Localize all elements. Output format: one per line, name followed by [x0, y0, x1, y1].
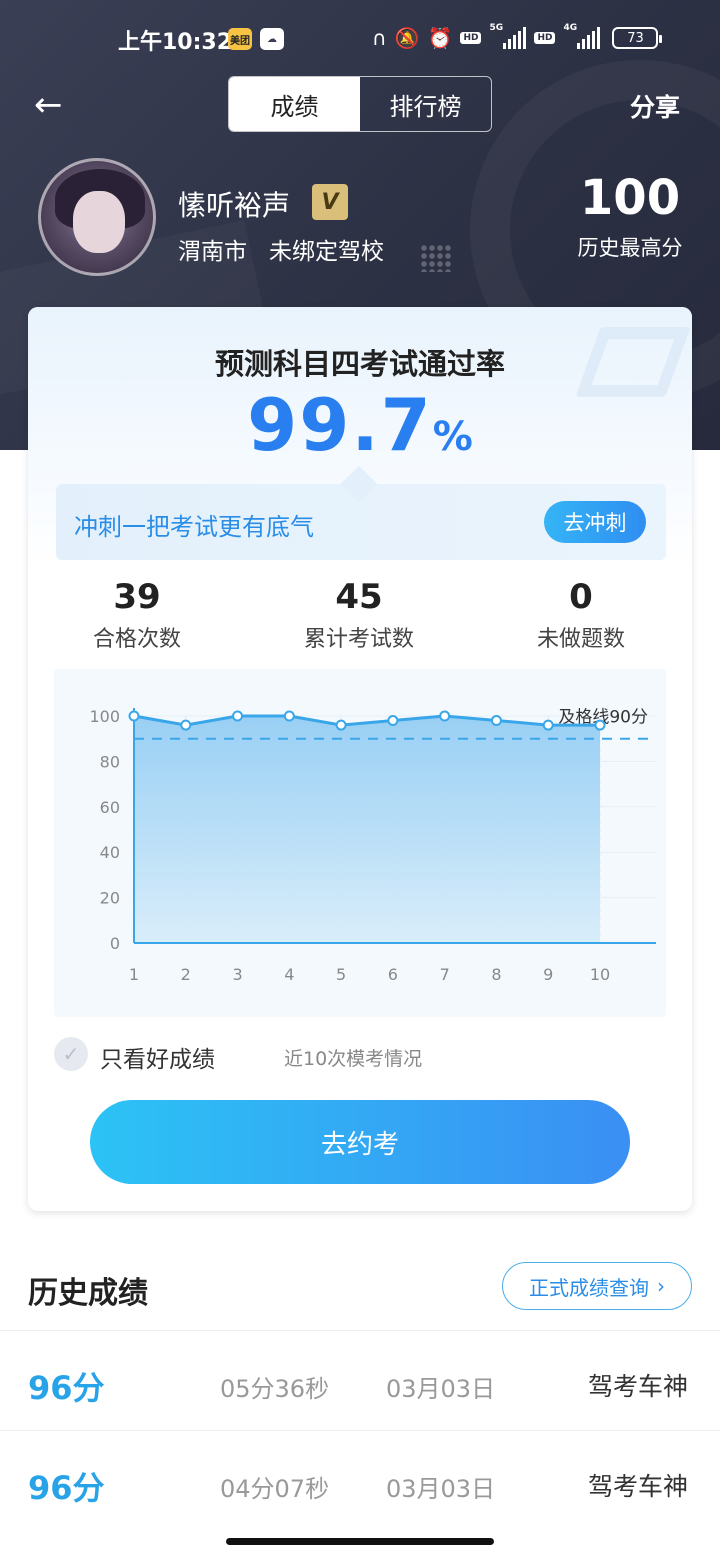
- stat-total-label: 累计考试数: [303, 627, 414, 652]
- data-point: [283, 710, 295, 722]
- tab-switcher: 成绩 排行榜: [228, 76, 492, 132]
- x-tick-label: 2: [181, 965, 191, 984]
- history-rank-title: 驾考车神: [588, 1472, 689, 1501]
- headphones-icon: ∩: [372, 26, 387, 50]
- history-score: 96分: [28, 1369, 105, 1407]
- x-tick-label: 3: [232, 965, 242, 984]
- vip-badge-icon[interactable]: V: [312, 184, 348, 220]
- x-tick-label: 6: [388, 965, 398, 984]
- share-button[interactable]: 分享: [630, 88, 680, 124]
- x-tick-label: 8: [491, 965, 501, 984]
- stat-undone: 0 未做题数: [481, 577, 681, 653]
- cloud-app-icon: ☁: [260, 28, 284, 50]
- dots-decoration: [420, 244, 452, 272]
- prediction-value: 99.7%: [28, 383, 692, 467]
- history-date: 03月03日: [386, 1475, 496, 1503]
- history-date: 03月03日: [386, 1375, 496, 1403]
- y-tick-label: 20: [100, 889, 120, 908]
- status-time: 上午10:32: [118, 30, 233, 55]
- data-point: [335, 719, 347, 731]
- sprint-button[interactable]: 去冲刺: [544, 501, 646, 543]
- mute-bell-icon: 🔕: [394, 26, 420, 50]
- stat-passed: 39 合格次数: [37, 577, 237, 653]
- book-exam-button[interactable]: 去约考: [90, 1100, 630, 1184]
- hd-icon: HD: [460, 32, 482, 44]
- good-only-label[interactable]: 只看好成绩: [100, 1040, 215, 1074]
- prediction-number: 99.7: [247, 383, 433, 467]
- meituan-icon: 美团: [228, 28, 252, 50]
- stat-undone-label: 未做题数: [536, 627, 625, 652]
- x-tick-label: 1: [129, 965, 139, 984]
- status-icons: ∩ 🔕 ⏰ HD 5G HD 4G 73: [372, 23, 663, 50]
- user-name: 愫听裕声: [178, 189, 291, 222]
- history-score: 96分: [28, 1469, 105, 1507]
- user-location: 渭南市 未绑定驾校: [178, 232, 384, 266]
- prediction-unit: %: [432, 414, 473, 460]
- prediction-card: 预测科目四考试通过率 99.7% 冲刺一把考试更有底气 去冲刺 39 合格次数 …: [28, 307, 692, 1211]
- status-bar: 上午10:32 美团 ☁ ∩ 🔕 ⏰ HD 5G HD 4G 73: [0, 18, 720, 62]
- avatar[interactable]: [38, 158, 156, 276]
- back-arrow-icon[interactable]: ←: [34, 86, 74, 126]
- history-rank-title: 驾考车神: [588, 1372, 689, 1401]
- signal-4g-icon: 4G: [563, 23, 601, 49]
- stat-passed-value: 39: [113, 577, 161, 617]
- best-score-value: 100: [579, 170, 681, 226]
- history-title: 历史成绩: [28, 1276, 148, 1311]
- user-school[interactable]: 未绑定驾校: [269, 239, 384, 265]
- chevron-right-icon: ›: [657, 1274, 665, 1298]
- history-duration: 05分36秒: [220, 1375, 330, 1403]
- x-tick-label: 7: [440, 965, 450, 984]
- official-score-query-label: 正式成绩查询: [529, 1275, 649, 1300]
- data-point: [594, 719, 606, 731]
- x-tick-label: 10: [590, 965, 610, 984]
- data-point: [387, 715, 399, 727]
- y-tick-label: 60: [100, 798, 120, 817]
- history-row[interactable]: 96分 04分07秒 03月03日 驾考车神: [0, 1430, 720, 1530]
- x-tick-label: 4: [284, 965, 294, 984]
- x-tick-label: 9: [543, 965, 553, 984]
- score-chart: 0204060801001 2 3 4 5 6 7 8 9 10及格线90分: [89, 707, 656, 984]
- stat-passed-label: 合格次数: [92, 627, 181, 652]
- user-city: 渭南市: [178, 239, 247, 265]
- tab-score[interactable]: 成绩: [229, 77, 360, 131]
- prediction-title: 预测科目四考试通过率: [214, 347, 505, 381]
- data-point: [128, 710, 140, 722]
- data-point: [180, 719, 192, 731]
- best-score-label: 历史最高分: [577, 236, 683, 260]
- official-score-query-button[interactable]: 正式成绩查询 ›: [502, 1262, 692, 1310]
- tab-ranking[interactable]: 排行榜: [360, 77, 491, 131]
- alarm-icon: ⏰: [427, 26, 453, 50]
- y-tick-label: 0: [110, 934, 120, 953]
- x-tick-label: 5: [336, 965, 346, 984]
- home-indicator[interactable]: [226, 1538, 494, 1545]
- battery-icon: 73: [612, 27, 663, 49]
- sprint-text: 冲刺一把考试更有底气: [74, 513, 314, 541]
- stat-total-value: 45: [335, 577, 383, 617]
- stat-undone-value: 0: [569, 577, 593, 617]
- history-row[interactable]: 96分 05分36秒 03月03日 驾考车神: [0, 1330, 720, 1430]
- history-duration: 04分07秒: [220, 1475, 330, 1503]
- signal-5g-icon: 5G: [489, 23, 527, 49]
- y-tick-label: 100: [89, 707, 120, 726]
- data-point: [439, 710, 451, 722]
- hd-icon-2: HD: [534, 32, 556, 44]
- score-area: [134, 716, 600, 943]
- data-point: [490, 715, 502, 727]
- stat-total: 45 累计考试数: [259, 577, 459, 653]
- data-point: [232, 710, 244, 722]
- y-tick-label: 40: [100, 843, 120, 862]
- check-icon[interactable]: ✓: [54, 1037, 88, 1071]
- data-point: [542, 719, 554, 731]
- recent-label: 近10次模考情况: [284, 1048, 423, 1070]
- y-tick-label: 80: [100, 752, 120, 771]
